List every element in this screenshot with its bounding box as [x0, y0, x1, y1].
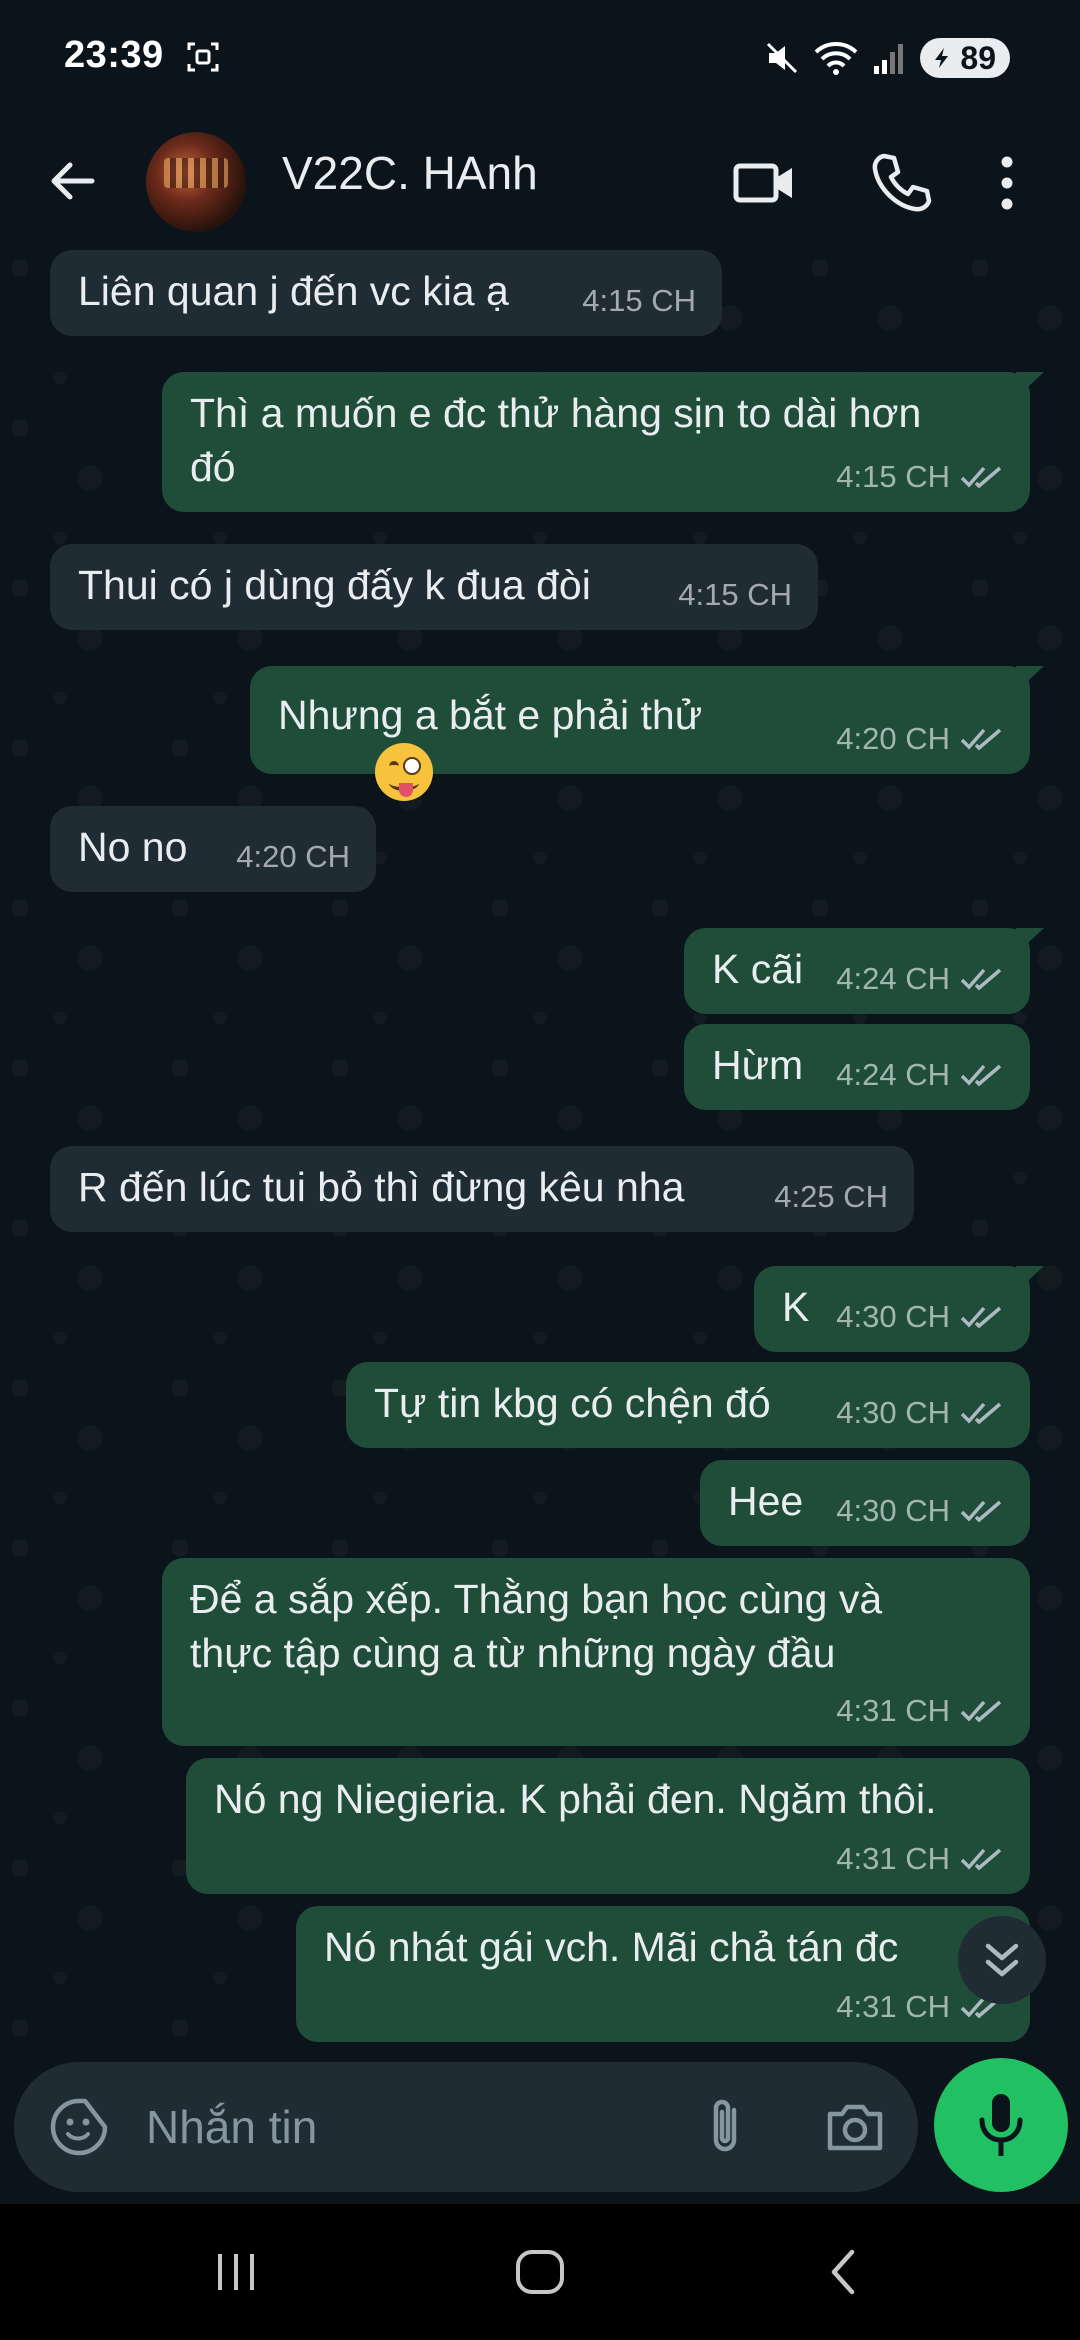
message-in[interactable]: Thui có j dùng đấy k đua đòi 4:15 CH — [50, 544, 818, 630]
message-text: Nó nhát gái vch. Mãi chả tán đc — [324, 1924, 899, 1970]
message-time: 4:30 CH — [836, 1493, 950, 1528]
read-receipt-icon — [960, 466, 1002, 489]
message-text: Nhưng a bắt e phải thử — [278, 688, 703, 802]
message-text: K cãi — [712, 946, 804, 992]
message-out[interactable]: Nó nhát gái vch. Mãi chả tán đc 4:31 CH — [296, 1906, 1030, 2042]
message-meta: 4:24 CH — [836, 1048, 1004, 1102]
message-out[interactable]: K cãi 4:24 CH — [684, 928, 1044, 1014]
message-out[interactable]: Nhưng a bắt e phải thử 4:20 CH — [250, 666, 1044, 802]
message-time: 4:31 CH — [836, 1693, 950, 1728]
status-time: 23:39 — [64, 34, 164, 76]
message-time: 4:15 CH — [582, 283, 696, 318]
message-meta: 4:24 CH — [836, 952, 1004, 1006]
camera-icon[interactable] — [820, 2092, 890, 2162]
message-out[interactable]: Nó ng Niegieria. K phải đen. Ngăm thôi. … — [186, 1758, 1030, 1894]
message-text: Thui có j dùng đấy k đua đòi — [78, 562, 591, 608]
message-time: 4:30 CH — [836, 1395, 950, 1430]
message-input[interactable]: Nhắn tin — [146, 2100, 317, 2154]
message-meta: 4:15 CH — [582, 274, 696, 328]
message-in[interactable]: R đến lúc tui bỏ thì đừng kêu nha 4:25 C… — [50, 1146, 914, 1232]
read-receipt-icon — [960, 1500, 1002, 1523]
message-time: 4:31 CH — [836, 1989, 950, 2024]
message-time: 4:20 CH — [236, 839, 350, 874]
message-text: Thì a muốn e đc thử hàng sịn to dài hơn … — [190, 390, 922, 490]
message-in[interactable]: No no 4:20 CH — [50, 806, 376, 892]
message-list[interactable]: Liên quan j đến vc kia ạ 4:15 CH Thì a m… — [0, 248, 1080, 2058]
message-time: 4:15 CH — [678, 577, 792, 612]
message-meta: 4:31 CH — [836, 1684, 1004, 1738]
avatar[interactable] — [146, 132, 246, 232]
status-icons: 89 — [764, 36, 1010, 80]
message-meta: 4:20 CH — [236, 830, 350, 884]
mute-icon — [767, 42, 798, 74]
emoji-sticker-icon[interactable] — [48, 2096, 110, 2158]
message-out[interactable]: Hee 4:30 CH — [700, 1460, 1030, 1546]
chat-screen: 23:39 89 V22C. HAnh Liên quan j đến vc k… — [0, 0, 1080, 2340]
message-text-content: Nhưng a bắt e phải thử — [278, 692, 703, 738]
read-receipt-icon — [960, 968, 1002, 991]
message-meta: 4:30 CH — [836, 1290, 1004, 1344]
voice-call-icon[interactable] — [866, 148, 936, 218]
mic-icon — [979, 2094, 1023, 2156]
message-text: Liên quan j đến vc kia ạ — [78, 268, 509, 314]
read-receipt-icon — [960, 1848, 1002, 1871]
message-meta: 4:15 CH — [836, 450, 1004, 504]
message-text: Tự tin kbg có chện đó — [374, 1380, 771, 1426]
read-receipt-icon — [960, 1402, 1002, 1425]
wifi-icon — [815, 42, 858, 75]
battery-level: 89 — [960, 39, 996, 76]
system-nav-bar — [0, 2204, 1080, 2340]
read-receipt-icon — [960, 728, 1002, 751]
message-time: 4:31 CH — [836, 1841, 950, 1876]
attach-icon[interactable] — [690, 2092, 760, 2162]
message-text: R đến lúc tui bỏ thì đừng kêu nha — [78, 1164, 685, 1210]
video-call-icon[interactable] — [730, 148, 800, 218]
double-chevron-down-icon — [985, 1943, 1019, 1977]
message-text: Để a sắp xếp. Thằng bạn học cùng và thực… — [190, 1576, 883, 1676]
contact-name[interactable]: V22C. HAnh — [282, 146, 538, 200]
message-time: 4:30 CH — [836, 1299, 950, 1334]
message-text: Nó ng Niegieria. K phải đen. Ngăm thôi. — [214, 1776, 937, 1822]
message-out[interactable]: Tự tin kbg có chện đó 4:30 CH — [346, 1362, 1030, 1448]
message-out[interactable]: Để a sắp xếp. Thằng bạn học cùng và thực… — [162, 1558, 1030, 1746]
battery-icon: 89 — [920, 38, 1010, 78]
winking-face-with-tongue-emoji — [375, 743, 434, 802]
message-meta: 4:30 CH — [836, 1484, 1004, 1538]
message-text: No no — [78, 824, 188, 870]
voice-message-button[interactable] — [934, 2058, 1068, 2192]
message-time: 4:20 CH — [836, 721, 950, 756]
message-out[interactable]: K 4:30 CH — [754, 1266, 1044, 1352]
scroll-to-bottom-button[interactable] — [958, 1916, 1046, 2004]
message-in[interactable]: Liên quan j đến vc kia ạ 4:15 CH — [50, 250, 722, 336]
message-text: K — [782, 1284, 810, 1330]
message-out[interactable]: Thì a muốn e đc thử hàng sịn to dài hơn … — [162, 372, 1044, 512]
message-meta: 4:31 CH — [836, 1832, 1004, 1886]
screenshot-icon — [187, 42, 219, 72]
read-receipt-icon — [960, 1306, 1002, 1329]
back-arrow-icon[interactable] — [40, 148, 106, 214]
message-time: 4:25 CH — [774, 1179, 888, 1214]
status-bar: 23:39 89 — [0, 0, 1080, 118]
message-meta: 4:15 CH — [678, 568, 792, 622]
recent-apps-icon[interactable] — [204, 2240, 268, 2304]
message-text: Hừm — [712, 1042, 804, 1088]
message-composer[interactable]: Nhắn tin — [14, 2062, 918, 2192]
message-time: 4:15 CH — [836, 459, 950, 494]
more-options-icon[interactable] — [982, 148, 1032, 218]
message-out[interactable]: Hừm 4:24 CH — [684, 1024, 1030, 1110]
message-time: 4:24 CH — [836, 961, 950, 996]
message-text: Hee — [728, 1478, 804, 1524]
read-receipt-icon — [960, 1064, 1002, 1087]
signal-icon — [874, 44, 904, 74]
read-receipt-icon — [960, 1700, 1002, 1723]
back-nav-icon[interactable] — [812, 2240, 876, 2304]
chat-header: V22C. HAnh — [0, 118, 1080, 248]
home-icon[interactable] — [508, 2240, 572, 2304]
message-meta: 4:30 CH — [836, 1386, 1004, 1440]
message-time: 4:24 CH — [836, 1057, 950, 1092]
message-meta: 4:20 CH — [836, 712, 1004, 766]
message-meta: 4:25 CH — [774, 1170, 888, 1224]
